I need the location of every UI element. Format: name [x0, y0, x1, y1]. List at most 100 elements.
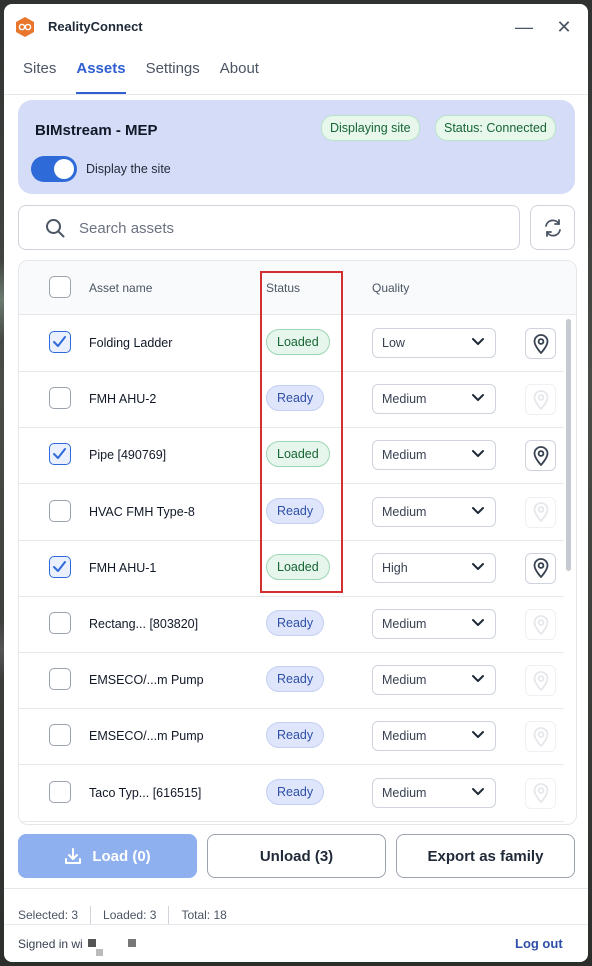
- checkmark-icon: [53, 560, 66, 572]
- locate-asset-button[interactable]: [525, 384, 556, 416]
- quality-select[interactable]: Medium: [372, 777, 496, 808]
- row-checkbox[interactable]: [49, 331, 71, 353]
- table-row[interactable]: Pipe [490769] Loaded Medium: [19, 427, 564, 485]
- refresh-button[interactable]: [530, 205, 575, 250]
- status-badge: Loaded: [266, 553, 330, 580]
- select-all-checkbox[interactable]: [49, 276, 71, 298]
- download-icon: [65, 848, 82, 864]
- quality-select[interactable]: Medium: [372, 665, 496, 696]
- display-site-toggle[interactable]: [31, 156, 77, 182]
- tab-bar: Sites Assets Settings About: [23, 60, 259, 94]
- quality-select[interactable]: Medium: [372, 721, 496, 752]
- quality-select[interactable]: Medium: [372, 609, 496, 639]
- title-bar: RealityConnect — ✕: [4, 4, 588, 50]
- locate-asset-button[interactable]: [525, 609, 556, 640]
- quality-value: Medium: [382, 448, 427, 463]
- app-window: RealityConnect — ✕ Sites Assets Settings…: [4, 4, 588, 962]
- quality-value: High: [382, 560, 408, 575]
- locate-asset-button[interactable]: [525, 440, 556, 472]
- chevron-down-icon: [472, 562, 484, 570]
- table-row[interactable]: EMSECO/...m Pump Ready Medium: [19, 652, 564, 710]
- quality-select[interactable]: Medium: [372, 384, 496, 415]
- locate-asset-button[interactable]: [525, 777, 556, 809]
- connection-status-badge: Status: Connected: [435, 115, 556, 141]
- asset-name: Folding Ladder: [89, 336, 173, 350]
- unload-button[interactable]: Unload (3): [207, 834, 386, 878]
- status-badge: Loaded: [266, 441, 330, 468]
- asset-name: Taco Typ... [616515]: [89, 785, 202, 800]
- tab-assets[interactable]: Assets: [76, 60, 126, 94]
- asset-name: EMSECO/...m Pump: [89, 729, 204, 744]
- quality-select[interactable]: Medium: [372, 496, 496, 527]
- status-badge: Ready: [266, 610, 325, 636]
- table-scrollbar[interactable]: [566, 319, 571, 571]
- table-row[interactable]: FMH AHU-2 Ready Medium: [19, 371, 564, 429]
- row-checkbox[interactable]: [49, 443, 71, 466]
- search-icon: [46, 219, 65, 238]
- row-checkbox[interactable]: [49, 499, 71, 522]
- map-pin-icon: [533, 558, 548, 579]
- table-row[interactable]: EMSECO/...m Pump Ready Medium: [19, 708, 564, 766]
- refresh-icon: [544, 218, 561, 237]
- displaying-site-badge: Displaying site: [321, 115, 420, 141]
- minimize-button[interactable]: —: [512, 15, 536, 39]
- asset-name: HVAC FMH Type-8: [89, 504, 195, 519]
- table-row[interactable]: Folding Ladder Loaded Low: [19, 315, 564, 372]
- table-row[interactable]: Rectang... [803820] Ready Medium: [19, 596, 564, 653]
- checkmark-icon: [53, 336, 66, 347]
- row-checkbox[interactable]: [49, 612, 71, 634]
- asset-name: EMSECO/...m Pump: [89, 673, 204, 688]
- locate-asset-button[interactable]: [525, 328, 556, 359]
- map-pin-icon: [533, 502, 548, 522]
- loaded-count: Loaded: 3: [103, 908, 157, 922]
- load-button-label: Load (0): [92, 847, 151, 865]
- signed-in-text: Signed in wi: [18, 937, 83, 951]
- chevron-down-icon: [472, 338, 484, 345]
- stats-bar: Selected: 3 Loaded: 3 Total: 18: [18, 906, 227, 924]
- quality-select[interactable]: Medium: [372, 440, 496, 471]
- quality-value: Medium: [382, 785, 427, 800]
- selected-count: Selected: 3: [18, 908, 79, 922]
- locate-asset-button[interactable]: [525, 552, 556, 584]
- quality-value: Medium: [382, 617, 427, 631]
- export-button-label: Export as family: [427, 847, 544, 865]
- row-checkbox[interactable]: [49, 387, 71, 410]
- quality-value: Low: [382, 336, 405, 350]
- chevron-down-icon: [472, 675, 484, 683]
- status-badge: Ready: [266, 497, 325, 524]
- map-pin-icon: [533, 783, 548, 803]
- asset-name: Rectang... [803820]: [89, 617, 199, 631]
- checkmark-icon: [53, 448, 66, 460]
- redacted-mark: [88, 939, 96, 947]
- table-row[interactable]: Taco Typ... [616515] Ready Medium: [19, 765, 564, 822]
- quality-select[interactable]: Low: [372, 328, 496, 358]
- table-row[interactable]: HVAC FMH Type-8 Ready Medium: [19, 484, 564, 541]
- asset-name: Pipe [490769]: [89, 448, 167, 463]
- status-badge: Ready: [266, 778, 325, 805]
- column-header-status: Status: [266, 281, 301, 295]
- table-row[interactable]: FMH AHU-1 Loaded High: [19, 540, 564, 597]
- chevron-down-icon: [472, 731, 484, 739]
- locate-asset-button[interactable]: [525, 496, 556, 528]
- load-button[interactable]: Load (0): [18, 834, 197, 878]
- row-checkbox[interactable]: [49, 780, 71, 803]
- row-checkbox[interactable]: [49, 668, 71, 691]
- assets-table: Asset name Status Quality Folding Ladder…: [18, 260, 577, 825]
- tab-sites[interactable]: Sites: [23, 60, 56, 94]
- map-pin-icon: [533, 333, 548, 354]
- search-input[interactable]: [77, 214, 501, 242]
- status-badge: Ready: [266, 722, 325, 749]
- locate-asset-button[interactable]: [525, 665, 556, 697]
- unload-button-label: Unload (3): [259, 847, 334, 865]
- tab-about[interactable]: About: [220, 60, 259, 94]
- export-family-button[interactable]: Export as family: [396, 834, 575, 878]
- row-checkbox[interactable]: [49, 555, 71, 578]
- quality-select[interactable]: High: [372, 552, 496, 583]
- table-header: Asset name Status Quality: [19, 261, 576, 315]
- realityconnect-logo-icon: [16, 17, 34, 37]
- locate-asset-button[interactable]: [525, 721, 556, 753]
- logout-link[interactable]: Log out: [515, 936, 563, 951]
- close-button[interactable]: ✕: [552, 15, 576, 39]
- row-checkbox[interactable]: [49, 724, 71, 747]
- tab-settings[interactable]: Settings: [146, 60, 200, 94]
